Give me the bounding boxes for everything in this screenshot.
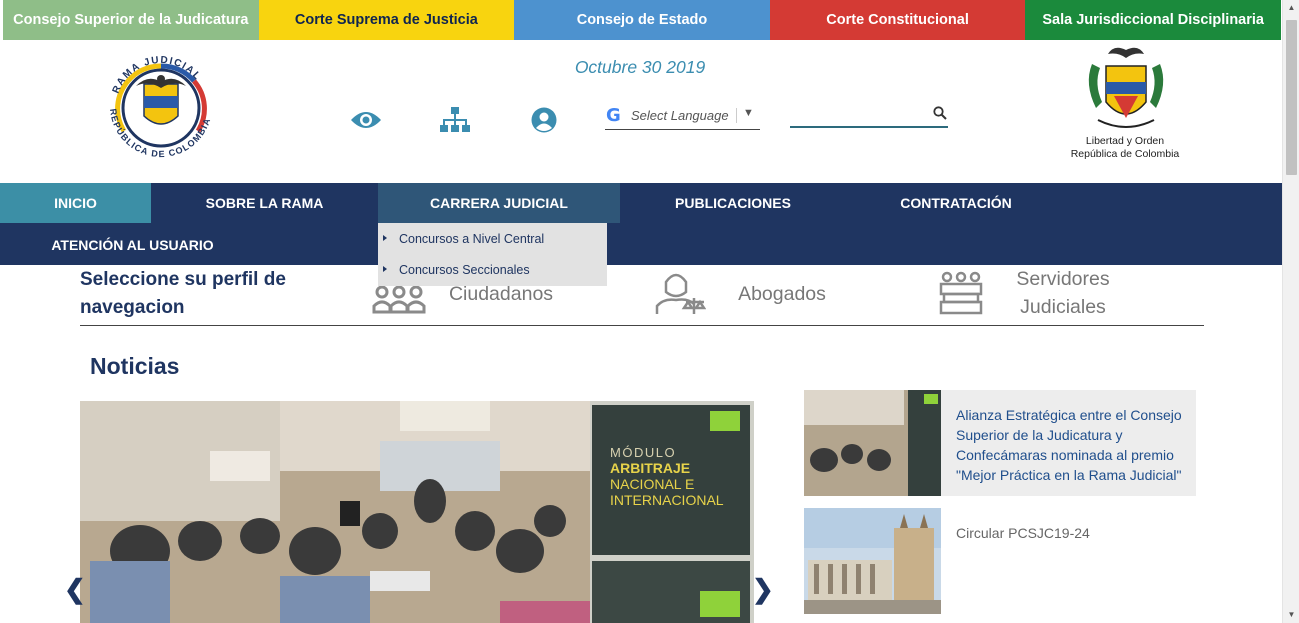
- sitemap-icon[interactable]: [439, 106, 471, 134]
- profile-abogados[interactable]: Abogados: [722, 280, 842, 308]
- motto-line-1: Libertad y Orden: [1085, 135, 1165, 147]
- current-date: Octubre 30 2019: [574, 57, 706, 77]
- book-title-line-1: MÓDULO: [610, 445, 676, 460]
- citizens-icon[interactable]: [372, 284, 426, 314]
- nav-sobre-la-rama[interactable]: SOBRE LA RAMA: [151, 183, 378, 223]
- language-separator: [736, 108, 737, 123]
- tab-sala-disciplinaria[interactable]: Sala Jurisdiccional Disciplinaria: [1025, 0, 1281, 40]
- colombia-coat-of-arms: [1088, 47, 1164, 128]
- carrera-judicial-dropdown: Concursos a Nivel Central Concursos Secc…: [378, 223, 607, 286]
- page-scrollbar[interactable]: ▲ ▼: [1282, 0, 1299, 623]
- nav-inicio[interactable]: INICIO: [0, 183, 151, 223]
- profile-divider: [80, 325, 1204, 326]
- slider-next-button[interactable]: ❯: [752, 574, 774, 605]
- user-icon[interactable]: [531, 107, 557, 133]
- nav-publicaciones[interactable]: PUBLICACIONES: [620, 183, 846, 223]
- coat-of-arms-motto: Libertad y Orden República de Colombia: [1060, 135, 1190, 161]
- judicial-servants-icon[interactable]: [938, 270, 984, 316]
- news-slider[interactable]: MÓDULO ARBITRAJE NACIONAL E INTERNACIONA…: [80, 401, 754, 623]
- dropdown-arrow-icon: ▼: [743, 107, 754, 119]
- main-nav: INICIO SOBRE LA RAMA CARRERA JUDICIAL PU…: [0, 183, 1284, 265]
- news-heading: Noticias: [90, 353, 180, 379]
- news-card-title[interactable]: Alianza Estratégica entre el Consejo Sup…: [956, 405, 1191, 485]
- lawyer-icon[interactable]: [654, 270, 706, 316]
- rama-judicial-logo[interactable]: RAMA JUDICIAL REPÚBLICA DE COLOMBIA: [98, 46, 224, 166]
- tab-consejo-superior[interactable]: Consejo Superior de la Judicatura: [3, 0, 259, 40]
- news-card-title[interactable]: Circular PCSJC19-24: [956, 523, 1090, 543]
- scroll-down-icon[interactable]: ▼: [1283, 607, 1299, 623]
- search-icon[interactable]: [933, 106, 947, 120]
- news-card[interactable]: Alianza Estratégica entre el Consejo Sup…: [804, 390, 1196, 496]
- motto-line-2: República de Colombia: [1070, 148, 1180, 160]
- institution-tabs: Consejo Superior de la Judicatura Corte …: [3, 0, 1281, 40]
- search-box[interactable]: [790, 105, 948, 128]
- language-selector[interactable]: G Select Language ▼: [605, 104, 760, 130]
- book-title-line-2: ARBITRAJE: [610, 460, 690, 476]
- profile-servidores-judiciales[interactable]: Servidores Judiciales: [1004, 265, 1122, 321]
- eye-icon[interactable]: [350, 110, 382, 130]
- dropdown-item-concursos-central[interactable]: Concursos a Nivel Central: [378, 223, 607, 254]
- google-icon: G: [606, 105, 621, 126]
- profile-title: Seleccione su perfil de navegacion: [80, 269, 286, 318]
- news-thumbnail: [804, 390, 941, 496]
- dropdown-item-concursos-seccionales[interactable]: Concursos Seccionales: [378, 254, 607, 285]
- nav-carrera-judicial[interactable]: CARRERA JUDICIAL: [378, 183, 620, 223]
- tab-corte-suprema[interactable]: Corte Suprema de Justicia: [258, 0, 515, 40]
- book-title-line-4: INTERNACIONAL: [610, 492, 724, 508]
- slider-prev-button[interactable]: ❮: [64, 574, 86, 605]
- tab-consejo-estado[interactable]: Consejo de Estado: [514, 0, 770, 40]
- scroll-up-icon[interactable]: ▲: [1283, 0, 1299, 16]
- news-card[interactable]: Circular PCSJC19-24: [804, 508, 1196, 614]
- news-slide-image: MÓDULO ARBITRAJE NACIONAL E INTERNACIONA…: [80, 401, 754, 623]
- language-label: Select Language: [631, 108, 729, 123]
- tab-corte-constitucional[interactable]: Corte Constitucional: [769, 0, 1026, 40]
- news-thumbnail: [804, 508, 941, 614]
- nav-contratacion[interactable]: CONTRATACIÓN: [846, 183, 1066, 223]
- nav-atencion-usuario[interactable]: ATENCIÓN AL USUARIO: [0, 225, 265, 265]
- book-title-line-3: NACIONAL E: [610, 476, 694, 492]
- scroll-thumb[interactable]: [1286, 20, 1297, 175]
